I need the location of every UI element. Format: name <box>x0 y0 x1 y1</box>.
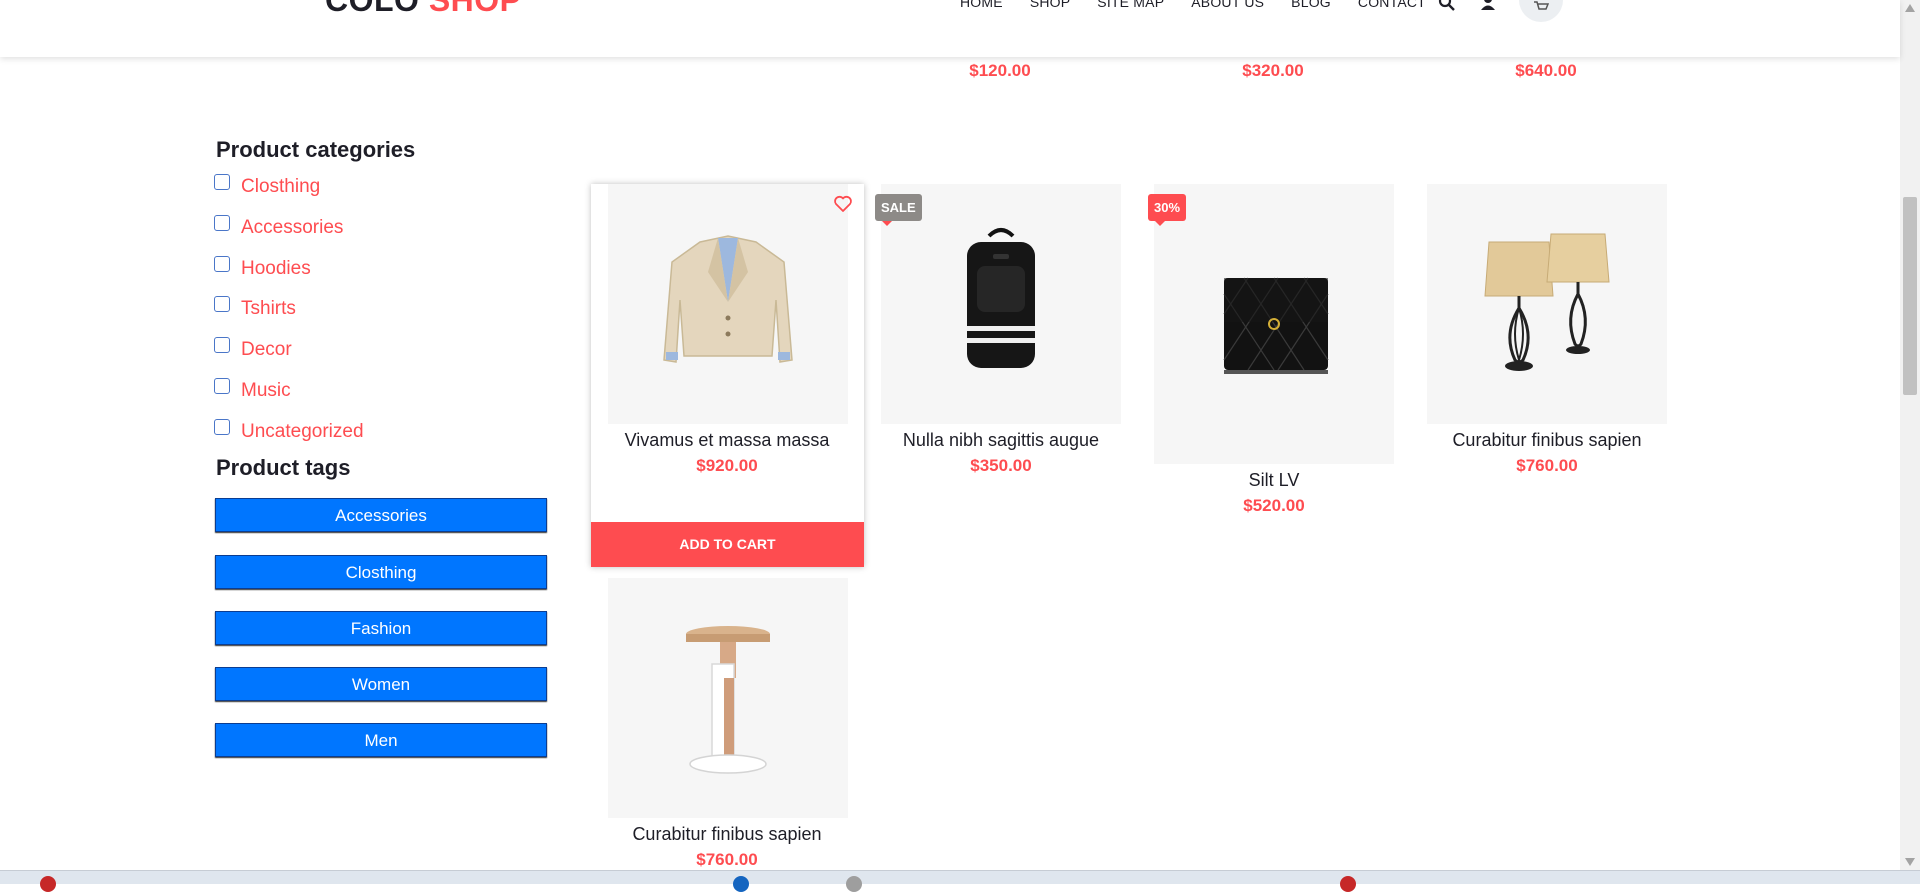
taskbar-app-icon[interactable] <box>733 876 749 892</box>
cart-button[interactable] <box>1519 0 1563 22</box>
add-to-cart-button[interactable]: ADD TO CART <box>591 522 864 567</box>
category-checkbox[interactable] <box>214 215 230 231</box>
blazer-image <box>663 235 793 363</box>
logo-main: COLO <box>325 0 420 18</box>
category-checkbox[interactable] <box>214 378 230 394</box>
tag-fashion[interactable]: Fashion <box>215 611 547 645</box>
category-label[interactable]: Accessories <box>241 217 343 239</box>
product-price: $920.00 <box>696 456 758 475</box>
product-name[interactable]: Silt LV <box>1138 470 1410 491</box>
taskbar-app-icon[interactable] <box>1340 876 1356 892</box>
page-scrollbar[interactable] <box>1900 0 1920 870</box>
lamps-image <box>1484 233 1610 371</box>
product-tags-title: Product tags <box>216 455 351 480</box>
category-checkbox[interactable] <box>214 419 230 435</box>
taskbar-app-icon[interactable] <box>846 876 862 892</box>
product-image-lamps[interactable] <box>1427 184 1667 424</box>
product-image-stool[interactable] <box>608 578 848 818</box>
product-name[interactable]: Nulla nibh sagittis augue <box>865 430 1137 451</box>
site-logo[interactable]: COLO SHOP <box>325 0 522 19</box>
tag-accessories[interactable]: Accessories <box>215 498 547 532</box>
product-image-blazer[interactable] <box>608 184 848 424</box>
product-price: $760.00 <box>696 850 758 869</box>
product-price: $520.00 <box>1243 496 1305 515</box>
product-price: $640.00 <box>1515 61 1577 80</box>
category-label[interactable]: Decor <box>241 339 292 361</box>
category-label[interactable]: Closthing <box>241 176 320 198</box>
logo-accent: SHOP <box>428 0 522 18</box>
wishlist-heart-icon[interactable] <box>833 194 853 214</box>
category-checkbox[interactable] <box>214 296 230 312</box>
nav-site-map[interactable]: SITE MAP <box>1097 0 1164 10</box>
tag-men[interactable]: Men <box>215 723 547 757</box>
scrollbar-thumb[interactable] <box>1903 197 1917 395</box>
product-price: $120.00 <box>969 61 1031 80</box>
category-label[interactable]: Tshirts <box>241 298 296 320</box>
user-icon[interactable] <box>1479 0 1497 12</box>
main-nav: HOME SHOP SITE MAP ABOUT US BLOG CONTACT <box>960 0 1426 10</box>
scroll-up-arrow-icon[interactable] <box>1905 4 1915 12</box>
wallet-image <box>1223 277 1329 374</box>
product-price: $320.00 <box>1242 61 1304 80</box>
taskbar-app-icon[interactable] <box>40 876 56 892</box>
nav-blog[interactable]: BLOG <box>1291 0 1331 10</box>
discount-badge: 30% <box>1148 194 1187 226</box>
taskbar <box>0 870 1920 884</box>
tag-women[interactable]: Women <box>215 667 547 701</box>
product-image-wallet[interactable] <box>1154 184 1394 464</box>
product-name[interactable]: Vivamus et massa massa <box>591 430 863 451</box>
tag-closthing[interactable]: Closthing <box>215 555 547 589</box>
category-label[interactable]: Hoodies <box>241 258 311 280</box>
nav-contact[interactable]: CONTACT <box>1358 0 1426 10</box>
product-name[interactable]: Curabitur finibus sapien <box>591 824 863 845</box>
cart-icon <box>1534 1 1549 10</box>
category-checkbox[interactable] <box>214 337 230 353</box>
category-checkbox[interactable] <box>214 256 230 272</box>
product-name[interactable]: Curabitur finibus sapien <box>1411 430 1683 451</box>
stool-image <box>686 626 770 774</box>
nav-about-us[interactable]: ABOUT US <box>1191 0 1264 10</box>
product-price: $760.00 <box>1516 456 1578 475</box>
site-header: COLO SHOP HOME SHOP SITE MAP ABOUT US BL… <box>0 0 1900 57</box>
nav-home[interactable]: HOME <box>960 0 1003 10</box>
category-label[interactable]: Music <box>241 380 291 402</box>
search-icon[interactable] <box>1438 0 1456 12</box>
product-price: $350.00 <box>970 456 1032 475</box>
scroll-down-arrow-icon[interactable] <box>1905 858 1915 866</box>
category-label[interactable]: Uncategorized <box>241 421 364 443</box>
nav-shop[interactable]: SHOP <box>1030 0 1070 10</box>
category-checkbox[interactable] <box>214 174 230 190</box>
sale-badge: SALE <box>875 194 922 226</box>
product-categories-title: Product categories <box>216 137 416 162</box>
